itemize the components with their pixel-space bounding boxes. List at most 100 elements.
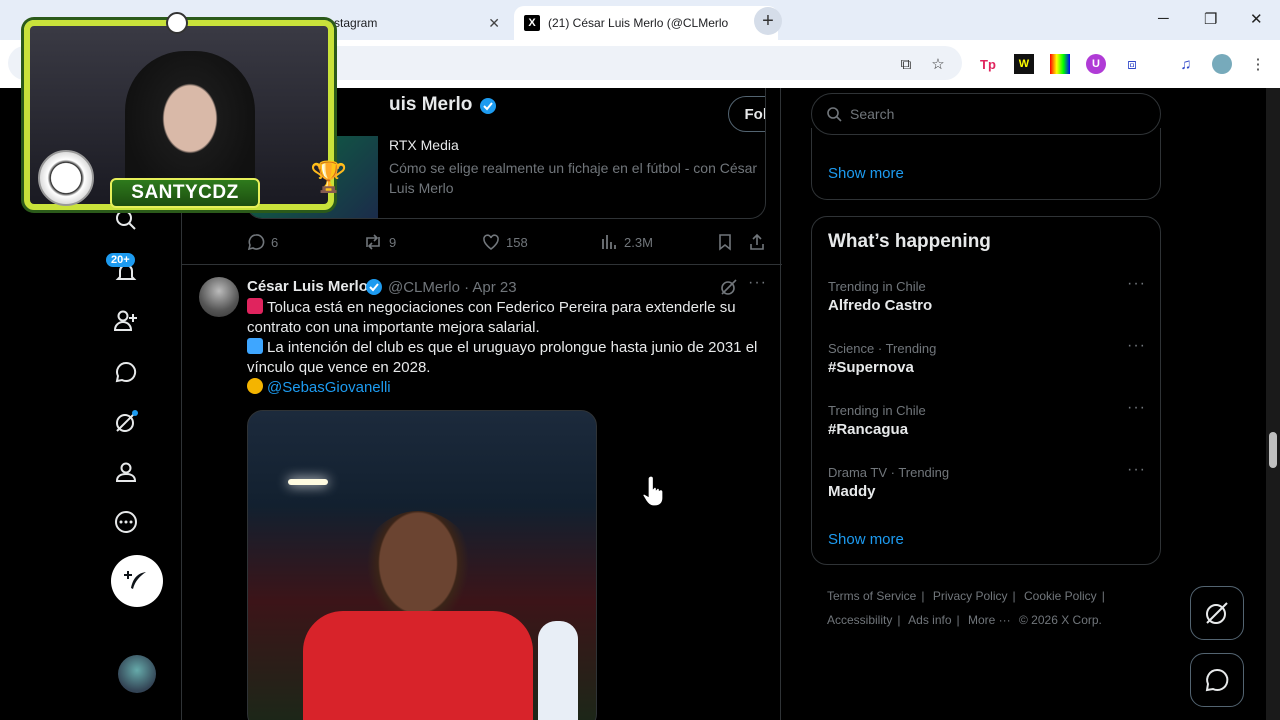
tweet-handle-date[interactable]: @CLMerlo · Apr 23 [388,279,517,296]
feather-plus-icon [124,571,146,589]
media-control-icon[interactable]: ♫ [1176,54,1196,74]
trend-more-button[interactable]: ··· [1127,337,1146,355]
profile-header-name: uis Merlo [389,94,473,115]
hand-cursor-icon [643,475,664,507]
privacy-link[interactable]: Privacy Policy [933,589,1008,603]
grok-icon [116,410,138,432]
player-shirt [303,611,533,720]
footer-links: Terms of Service | Privacy Policy | Cookie… [827,589,1105,627]
streamer-webcam-overlay: 🏆 SANTYCDZ [10,0,347,225]
soccer-ball-icon [38,150,94,206]
restore-icon[interactable]: ❐ [1204,10,1217,28]
scrollbar-thumb[interactable] [1269,432,1277,468]
previous-module: Show more [811,128,1161,200]
heart-icon [483,234,499,250]
new-tab-button[interactable]: + [754,7,782,35]
cookie-link[interactable]: Cookie Policy [1024,589,1097,603]
nav-follow[interactable] [110,305,142,337]
trend-title: Maddy [828,483,876,500]
grok-icon [1206,602,1228,624]
bookmark-button[interactable] [717,233,739,251]
repost-button[interactable]: 9 [363,233,396,251]
accessibility-link[interactable]: Accessibility [827,613,892,627]
extension-w-icon[interactable]: W [1014,54,1034,74]
share-button[interactable] [748,233,772,251]
browser-menu-icon[interactable]: ⋮ [1248,54,1268,74]
reply-icon [247,234,265,251]
grok-explain-icon[interactable] [720,278,738,296]
repost-count: 9 [389,234,397,250]
views-chart-icon [602,235,616,249]
tab-x-profile[interactable]: X (21) César Luis Merlo (@CLMerlo ✕ [514,6,778,40]
like-count: 158 [506,234,528,250]
account-avatar[interactable] [118,655,156,693]
more-link[interactable]: More ··· [968,613,1011,627]
trend-context: Science · Trending [828,341,937,356]
chat-bubble-icon [1205,668,1229,692]
streamer-nameplate: SANTYCDZ [110,178,260,208]
trend-context: Trending in Chile [828,279,926,294]
trend-item[interactable]: Drama TV · Trending Maddy ··· [828,461,1148,500]
whats-happening-title: What’s happening [828,231,991,252]
view-count: 2.3M [624,234,653,250]
reply-button[interactable]: 6 [247,233,278,251]
trend-more-button[interactable]: ··· [1127,399,1146,417]
tweet-author-avatar[interactable] [199,277,239,317]
views-button[interactable]: 2.3M [600,233,653,251]
like-button[interactable]: 158 [482,233,528,251]
link-card-source: RTX Media [389,137,459,153]
trend-item[interactable]: Trending in Chile #Rancagua ··· [828,399,1148,438]
show-more-link[interactable]: Show more [828,531,904,548]
install-app-icon[interactable]: ⧉ [896,54,916,74]
extension-u-icon[interactable]: U [1086,54,1106,74]
terms-link[interactable]: Terms of Service [827,589,916,603]
tab-title: (21) César Luis Merlo (@CLMerlo [548,16,729,30]
show-more-link[interactable]: Show more [828,165,904,182]
compose-post-button[interactable] [111,555,163,607]
grok-fab-button[interactable] [1190,586,1244,640]
trend-item[interactable]: Trending in Chile Alfredo Castro ··· [828,275,1148,314]
nav-messages[interactable] [110,356,142,388]
nav-more[interactable] [110,506,142,538]
messages-fab-button[interactable] [1190,653,1244,707]
person-icon [115,462,137,482]
x-logo-icon: X [524,15,540,31]
tweet-line-2: contrato con una importante mejora salar… [247,319,540,336]
search-icon [827,107,842,122]
right-sidebar: Show more Search What’s happening Trendi… [811,88,1161,720]
close-tab-icon[interactable]: ✕ [488,15,500,32]
extension-tp-icon[interactable]: Tp [978,54,998,74]
bookmark-icon [719,234,731,251]
close-window-icon[interactable]: ✕ [1250,10,1263,28]
extension-color-icon[interactable] [1050,54,1070,74]
tweet-more-button[interactable]: ··· [748,274,767,292]
extensions-puzzle-icon[interactable]: ⧈ [1122,54,1142,74]
trend-title: Alfredo Castro [828,297,933,314]
tweet-author-name[interactable]: César Luis Merlo [247,278,368,295]
copyright: © 2026 X Corp. [1019,613,1102,627]
search-input[interactable]: Search [811,93,1161,135]
asterisk-emoji-icon [247,338,263,354]
tweet-line-1: Toluca está en negociaciones con Federic… [267,299,736,316]
notifications-badge: 20+ [106,253,135,267]
nav-grok[interactable] [110,406,142,438]
trend-title: #Rancagua [828,421,909,438]
tweet-line-4: vínculo que vence en 2028. [247,359,431,376]
profile-avatar-icon[interactable] [1212,54,1232,74]
trend-item[interactable]: Science · Trending #Supernova ··· [828,337,1148,376]
handshake-emoji-icon [247,378,263,394]
nav-profile[interactable] [110,456,142,488]
trend-more-button[interactable]: ··· [1127,275,1146,293]
ads-info-link[interactable]: Ads info [908,613,951,627]
tweet-photo[interactable] [247,410,597,720]
scrollbar[interactable] [1266,88,1280,720]
following-button[interactable]: Following [728,96,765,132]
bookmark-star-icon[interactable]: ☆ [928,54,948,74]
soccer-ball-icon [166,12,188,34]
reply-count: 6 [271,234,279,250]
repost-icon [366,234,380,250]
link-card-title: Cómo se elige realmente un fichaje en el… [389,160,758,196]
minimize-icon[interactable]: ─ [1158,10,1169,27]
trend-more-button[interactable]: ··· [1127,461,1146,479]
tweet-mention[interactable]: @SebasGiovanelli [267,379,391,396]
